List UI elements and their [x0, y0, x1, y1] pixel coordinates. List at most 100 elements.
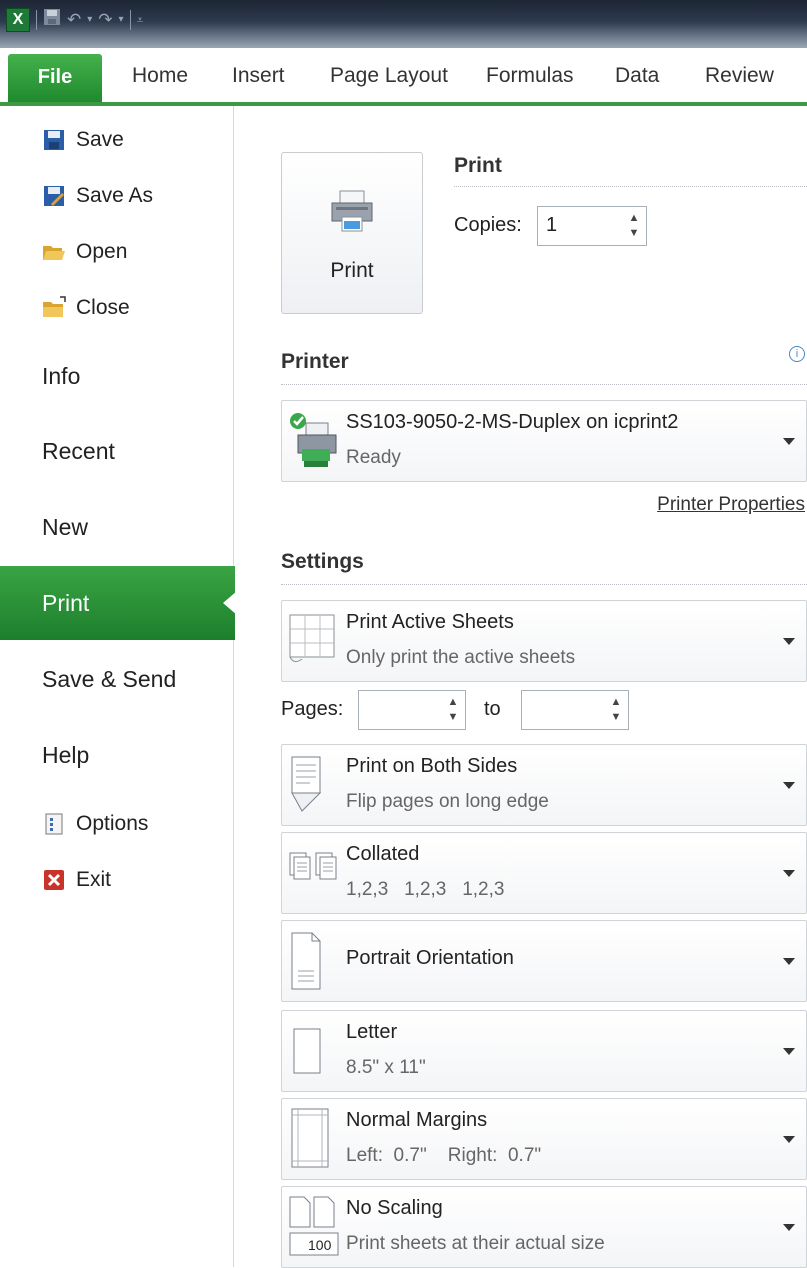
nav-new[interactable]: New: [0, 490, 233, 564]
collated-icon: [289, 852, 337, 880]
nav-print[interactable]: Print: [0, 566, 237, 640]
customize-qat-icon[interactable]: ⩡: [137, 9, 144, 31]
print-panel: Print Print Copies: 1 ▲ ▼ Printer i SS103…: [234, 106, 807, 1268]
orientation-title: Portrait Orientation: [346, 947, 514, 969]
chevron-down-icon[interactable]: [783, 782, 795, 789]
tab-home[interactable]: Home: [132, 62, 188, 90]
printer-ready-icon: [290, 413, 337, 467]
margins-title: Normal Margins: [346, 1109, 488, 1131]
print-button[interactable]: Print: [281, 152, 423, 314]
paper-size-icon: [293, 1028, 321, 1074]
printer-dropdown[interactable]: SS103-9050-2-MS-Duplex on icprint2 Ready: [281, 400, 807, 482]
collation-title: Collated: [346, 843, 420, 865]
settings-divider: [281, 584, 807, 585]
redo-dropdown-icon[interactable]: ▾: [119, 9, 124, 31]
pages-to-label: to: [484, 698, 501, 720]
save-as-command[interactable]: Save As: [42, 184, 153, 208]
scaling-title: No Scaling: [346, 1197, 443, 1219]
ribbon-tab-bar: File Home Insert Page Layout Formulas Da…: [0, 48, 807, 106]
sheet-grid-icon: [289, 614, 335, 663]
copies-arrows[interactable]: ▲ ▼: [628, 211, 640, 241]
chevron-down-icon[interactable]: [783, 958, 795, 965]
printer-divider: [281, 384, 807, 385]
print-what-subtitle: Only print the active sheets: [346, 647, 576, 668]
printer-icon: [331, 190, 373, 232]
printer-properties-link[interactable]: Printer Properties: [657, 494, 805, 516]
scaling-dropdown[interactable]: 100 No Scaling Print sheets at their act…: [281, 1186, 807, 1268]
open-command[interactable]: Open: [42, 240, 127, 264]
printer-name: SS103-9050-2-MS-Duplex on icprint2: [346, 411, 679, 433]
pages-from-arrows[interactable]: ▲ ▼: [447, 695, 459, 725]
print-button-label: Print: [330, 259, 374, 282]
exit-command[interactable]: Exit: [42, 868, 111, 892]
margins-subtitle: Left: 0.7" Right: 0.7": [346, 1145, 542, 1166]
save-as-icon: [42, 184, 66, 208]
info-icon[interactable]: i: [789, 346, 805, 362]
nav-recent[interactable]: Recent: [0, 414, 233, 488]
title-bar: X ↶ ▾ ↷ ▾ ⩡: [0, 0, 807, 48]
paper-size-subtitle: 8.5" x 11": [346, 1057, 426, 1078]
close-command[interactable]: Close: [42, 296, 130, 320]
save-label: Save: [76, 128, 124, 151]
orientation-dropdown[interactable]: Portrait Orientation: [281, 920, 807, 1002]
margins-icon: [291, 1108, 329, 1168]
qat-separator: [36, 10, 37, 30]
save-icon: [42, 128, 66, 152]
pages-label: Pages:: [281, 698, 344, 720]
print-section-title: Print: [454, 154, 502, 177]
undo-dropdown-icon[interactable]: ▾: [87, 9, 92, 31]
copies-spinner[interactable]: 1 ▲ ▼: [537, 206, 647, 246]
pages-to-spinner[interactable]: ▲ ▼: [521, 690, 629, 730]
tab-page-layout[interactable]: Page Layout: [330, 62, 448, 90]
portrait-page-icon: [291, 932, 321, 990]
paper-size-dropdown[interactable]: Letter 8.5" x 11": [281, 1010, 807, 1092]
printer-section-title: Printer: [281, 350, 349, 373]
tab-data[interactable]: Data: [615, 62, 659, 90]
chevron-down-icon[interactable]: [783, 1224, 795, 1231]
both-sides-icon: [291, 756, 322, 812]
close-label: Close: [76, 296, 130, 319]
exit-label: Exit: [76, 868, 112, 891]
save-icon[interactable]: [43, 8, 61, 32]
open-label: Open: [76, 240, 128, 263]
quick-access-toolbar: X ↶ ▾ ↷ ▾ ⩡: [6, 8, 143, 32]
nav-help[interactable]: Help: [0, 718, 233, 792]
collation-subtitle: 1,2,3 1,2,3 1,2,3: [346, 879, 505, 900]
paper-size-title: Letter: [346, 1021, 398, 1043]
pages-from-spinner[interactable]: ▲ ▼: [358, 690, 466, 730]
margins-dropdown[interactable]: Normal Margins Left: 0.7" Right: 0.7": [281, 1098, 807, 1180]
exit-icon: [42, 868, 66, 892]
chevron-down-icon[interactable]: [783, 1048, 795, 1055]
settings-section-title: Settings: [281, 550, 364, 573]
chevron-down-icon[interactable]: [783, 1136, 795, 1143]
save-command[interactable]: Save: [42, 128, 124, 152]
undo-icon[interactable]: ↶: [67, 9, 81, 31]
close-folder-icon: [42, 296, 66, 320]
copies-value[interactable]: 1: [546, 214, 557, 237]
collation-dropdown[interactable]: Collated 1,2,3 1,2,3 1,2,3: [281, 832, 807, 914]
tab-file[interactable]: File: [8, 54, 102, 102]
chevron-down-icon[interactable]: [783, 438, 795, 445]
pages-to-arrows[interactable]: ▲ ▼: [610, 695, 622, 725]
print-sides-title: Print on Both Sides: [346, 755, 518, 777]
copies-label: Copies:: [454, 214, 522, 236]
redo-icon[interactable]: ↷: [98, 9, 112, 31]
print-sides-dropdown[interactable]: Print on Both Sides Flip pages on long e…: [281, 744, 807, 826]
nav-save-and-send[interactable]: Save & Send: [0, 642, 233, 716]
print-what-dropdown[interactable]: Print Active Sheets Only print the activ…: [281, 600, 807, 682]
scaling-subtitle: Print sheets at their actual size: [346, 1233, 605, 1254]
options-command[interactable]: Options: [42, 812, 148, 836]
printer-status: Ready: [346, 447, 401, 468]
excel-logo-icon[interactable]: X: [6, 8, 30, 32]
options-icon: [42, 812, 66, 836]
print-divider: [454, 186, 807, 187]
tab-insert[interactable]: Insert: [232, 62, 285, 90]
chevron-down-icon[interactable]: [783, 870, 795, 877]
scaling-icon-text: 100: [308, 1237, 332, 1253]
tab-formulas[interactable]: Formulas: [486, 62, 574, 90]
nav-info[interactable]: Info: [0, 339, 233, 413]
backstage-nav: Save Save As Open Close Info Recent New …: [0, 106, 237, 1267]
tab-review[interactable]: Review: [705, 62, 774, 90]
qat-separator-2: [129, 10, 131, 30]
chevron-down-icon[interactable]: [783, 638, 795, 645]
